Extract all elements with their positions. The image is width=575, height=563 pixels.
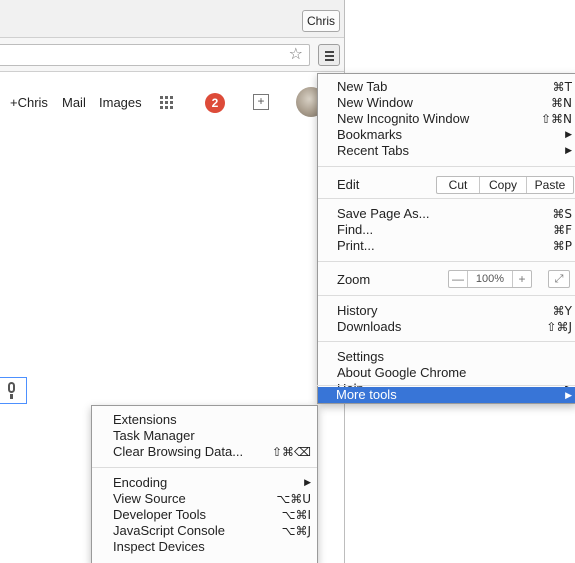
browser-window: Chris ☆ +Chris Mail Images 2 + New Tab ⌘… <box>0 0 575 563</box>
more-tools-submenu: Extensions Task Manager Clear Browsing D… <box>91 405 318 563</box>
menu-item-find[interactable]: Find... <box>337 222 373 238</box>
submenu-arrow-icon: ▶ <box>565 146 572 156</box>
submenu-arrow-icon: ▶ <box>565 390 572 400</box>
menu-item-zoom: Zoom <box>337 272 371 287</box>
menu-separator <box>318 261 575 262</box>
menu-item-recent-tabs[interactable]: Recent Tabs <box>337 143 409 159</box>
shortcut-javascript-console: ⌥⌘J <box>281 524 311 538</box>
submenu-item-javascript-console[interactable]: JavaScript Console <box>113 523 225 539</box>
submenu-item-task-manager[interactable]: Task Manager <box>113 428 195 444</box>
menu-item-downloads[interactable]: Downloads <box>337 319 401 335</box>
shortcut-save-page: ⌘S <box>552 207 572 221</box>
search-box-edge[interactable] <box>0 377 27 404</box>
menu-separator <box>317 385 575 386</box>
google-bar: +Chris Mail Images 2 + <box>10 87 330 117</box>
chrome-menu-button[interactable] <box>318 44 340 66</box>
apps-grid-icon[interactable] <box>160 96 174 110</box>
zoom-out-button[interactable]: — <box>449 271 467 287</box>
chrome-menu: New Tab ⌘T New Window ⌘N New Incognito W… <box>317 73 575 404</box>
menu-item-new-tab[interactable]: New Tab <box>337 79 387 95</box>
toolbar: ☆ <box>0 38 345 72</box>
menu-separator <box>318 341 575 342</box>
menu-item-edit: Edit <box>337 177 360 192</box>
star-icon[interactable]: ☆ <box>289 46 303 64</box>
menu-item-more-tools[interactable]: More tools ▶ <box>318 387 575 403</box>
cut-button[interactable]: Cut <box>437 177 479 193</box>
edit-button-group: Cut Copy Paste <box>436 176 574 194</box>
title-bar: Chris <box>0 0 345 38</box>
copy-button[interactable]: Copy <box>480 177 526 193</box>
fullscreen-icon[interactable]: ⤢ <box>548 270 570 288</box>
shortcut-new-incognito: ⇧⌘N <box>540 112 572 126</box>
shortcut-new-tab: ⌘T <box>552 80 572 94</box>
shortcut-history: ⌘Y <box>552 304 572 318</box>
profile-button[interactable]: Chris <box>302 10 340 32</box>
images-link[interactable]: Images <box>99 95 142 110</box>
submenu-item-extensions[interactable]: Extensions <box>113 412 177 428</box>
submenu-item-clear-data[interactable]: Clear Browsing Data... <box>113 444 243 460</box>
menu-separator <box>318 295 575 296</box>
menu-item-history[interactable]: History <box>337 303 377 319</box>
paste-button[interactable]: Paste <box>527 177 573 193</box>
menu-item-new-window[interactable]: New Window <box>337 95 413 111</box>
menu-item-save-page[interactable]: Save Page As... <box>337 206 430 222</box>
submenu-item-inspect-devices[interactable]: Inspect Devices <box>113 539 205 555</box>
share-plus-icon[interactable]: + <box>253 94 269 110</box>
microphone-icon[interactable] <box>8 382 15 393</box>
notification-badge[interactable]: 2 <box>205 93 225 113</box>
menu-item-more-tools-label: More tools <box>336 387 397 402</box>
menu-item-print[interactable]: Print... <box>337 238 375 254</box>
menu-item-settings[interactable]: Settings <box>337 349 384 365</box>
google-plus-link[interactable]: +Chris <box>10 95 48 110</box>
menu-separator <box>92 467 317 468</box>
hamburger-icon <box>325 51 334 53</box>
shortcut-print: ⌘P <box>552 239 572 253</box>
shortcut-new-window: ⌘N <box>551 96 572 110</box>
shortcut-view-source: ⌥⌘U <box>276 492 311 506</box>
address-bar[interactable]: ☆ <box>0 44 310 66</box>
submenu-item-developer-tools[interactable]: Developer Tools <box>113 507 206 523</box>
menu-separator <box>318 198 575 199</box>
zoom-level-value: 100% <box>475 273 505 285</box>
menu-item-about[interactable]: About Google Chrome <box>337 365 466 381</box>
submenu-item-encoding[interactable]: Encoding <box>113 475 167 491</box>
submenu-arrow-icon: ▶ <box>565 130 572 140</box>
submenu-item-view-source[interactable]: View Source <box>113 491 186 507</box>
zoom-in-button[interactable]: + <box>513 271 531 287</box>
menu-item-new-incognito[interactable]: New Incognito Window <box>337 111 469 127</box>
shortcut-developer-tools: ⌥⌘I <box>281 508 311 522</box>
menu-separator <box>318 166 575 167</box>
shortcut-find: ⌘F <box>553 223 572 237</box>
shortcut-clear-data: ⇧⌘⌫ <box>271 445 311 459</box>
mail-link[interactable]: Mail <box>62 95 86 110</box>
zoom-controls: — 100% + <box>448 270 532 288</box>
submenu-arrow-icon: ▶ <box>304 478 311 488</box>
shortcut-downloads: ⇧⌘J <box>546 320 572 334</box>
menu-item-bookmarks[interactable]: Bookmarks <box>337 127 402 143</box>
